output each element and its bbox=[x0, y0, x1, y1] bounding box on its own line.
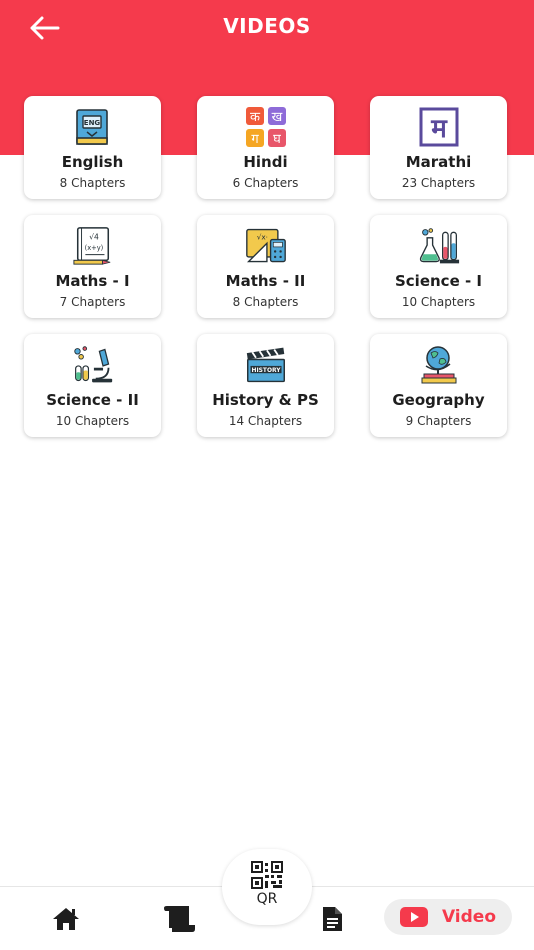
hindi-letter-1: क bbox=[250, 110, 261, 125]
video-label: Video bbox=[441, 907, 497, 927]
subject-name: Science - II bbox=[46, 391, 139, 409]
subject-name: Hindi bbox=[243, 153, 288, 171]
subject-grid: ENG English 8 Chapters क ख ग घ Hindi 6 C… bbox=[24, 96, 510, 437]
svg-text:√x·: √x· bbox=[256, 233, 267, 242]
subject-card-marathi[interactable]: म Marathi 23 Chapters bbox=[370, 96, 507, 199]
subject-card-science-2[interactable]: Science - II 10 Chapters bbox=[24, 334, 161, 437]
clapperboard-icon: HISTORY bbox=[245, 344, 287, 386]
subject-card-maths-2[interactable]: √x· Maths - II 8 Chapters bbox=[197, 215, 334, 318]
book-icon: ENG bbox=[72, 106, 114, 148]
chapter-count: 7 Chapters bbox=[59, 295, 126, 309]
subject-card-maths-1[interactable]: √4 (x+y) Maths - I 7 Chapters bbox=[24, 215, 161, 318]
svg-text:√4: √4 bbox=[89, 232, 99, 241]
subject-name: History & PS bbox=[212, 391, 319, 409]
globe-icon bbox=[418, 344, 460, 386]
subject-card-hindi[interactable]: क ख ग घ Hindi 6 Chapters bbox=[197, 96, 334, 199]
chapter-count: 9 Chapters bbox=[405, 414, 472, 428]
hindi-letter-4: घ bbox=[273, 132, 281, 147]
marathi-letter-icon: म bbox=[418, 106, 460, 148]
svg-text:HISTORY: HISTORY bbox=[251, 367, 281, 374]
devanagari-letters-icon: क ख ग घ bbox=[245, 106, 287, 148]
qr-scan-button[interactable]: QR bbox=[222, 849, 312, 925]
math-notes-icon: √4 (x+y) bbox=[72, 225, 114, 267]
lab-flask-icon bbox=[418, 225, 460, 267]
microscope-icon bbox=[72, 344, 114, 386]
subject-name: Maths - II bbox=[225, 272, 306, 290]
svg-text:ENG: ENG bbox=[83, 119, 100, 127]
subject-name: Geography bbox=[392, 391, 485, 409]
hindi-letter-3: ग bbox=[251, 132, 259, 147]
home-icon bbox=[53, 908, 79, 930]
hindi-letter-2: ख bbox=[271, 110, 282, 125]
subject-card-english[interactable]: ENG English 8 Chapters bbox=[24, 96, 161, 199]
subject-card-science-1[interactable]: Science - I 10 Chapters bbox=[370, 215, 507, 318]
scroll-icon bbox=[164, 906, 195, 932]
document-icon bbox=[323, 907, 342, 931]
page-title: VIDEOS bbox=[223, 14, 311, 38]
chapter-count: 6 Chapters bbox=[232, 176, 299, 190]
subject-card-geography[interactable]: Geography 9 Chapters bbox=[370, 334, 507, 437]
subject-name: English bbox=[61, 153, 124, 171]
qr-label: QR bbox=[256, 891, 278, 907]
chapter-count: 14 Chapters bbox=[228, 414, 303, 428]
marathi-letter: म bbox=[430, 114, 448, 144]
svg-text:(x+y): (x+y) bbox=[84, 244, 103, 252]
nav-home-button[interactable] bbox=[46, 901, 86, 937]
subject-name: Marathi bbox=[405, 153, 472, 171]
geometry-tools-icon: √x· bbox=[245, 225, 287, 267]
subject-name: Maths - I bbox=[55, 272, 130, 290]
youtube-play-icon bbox=[399, 907, 428, 927]
subject-card-history-ps[interactable]: HISTORY History & PS 14 Chapters bbox=[197, 334, 334, 437]
chapter-count: 10 Chapters bbox=[55, 414, 130, 428]
chapter-count: 8 Chapters bbox=[59, 176, 126, 190]
chapter-count: 8 Chapters bbox=[232, 295, 299, 309]
nav-scroll-button[interactable] bbox=[160, 901, 200, 937]
qr-code-icon bbox=[251, 861, 283, 889]
nav-video-button[interactable]: Video bbox=[384, 899, 512, 935]
chapter-count: 10 Chapters bbox=[401, 295, 476, 309]
subject-name: Science - I bbox=[394, 272, 482, 290]
chapter-count: 23 Chapters bbox=[401, 176, 476, 190]
nav-document-button[interactable] bbox=[312, 901, 352, 937]
